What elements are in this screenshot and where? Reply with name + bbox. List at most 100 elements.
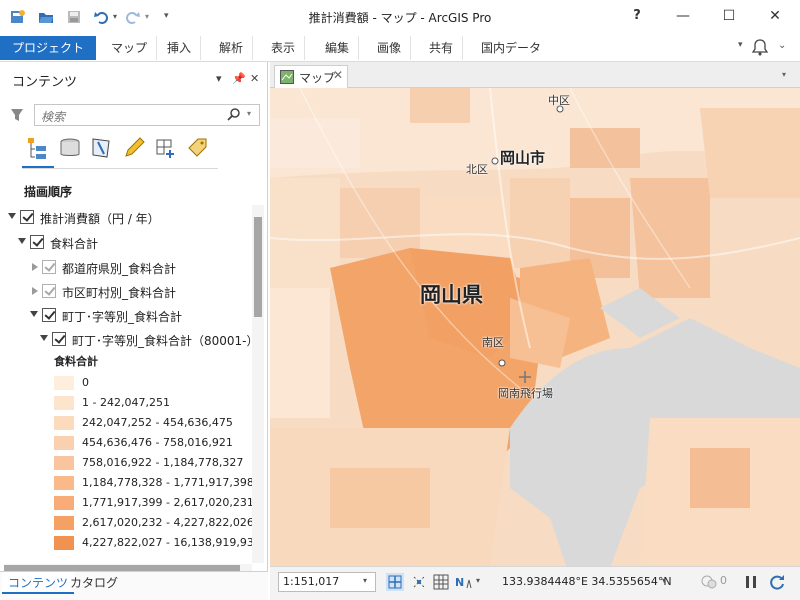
scrollbar-thumb[interactable] [254,217,262,317]
tab-catalog[interactable]: カタログ [64,572,124,594]
tree-item-municipality-layer[interactable]: 市区町村別_食料合計 [30,282,250,302]
tree-item-prefecture-layer[interactable]: 都道府県別_食料合計 [30,258,250,278]
expand-arrow-icon[interactable] [40,335,48,341]
legend-item: 1 - 242,047,251 [54,393,254,413]
help-button[interactable]: ? [614,0,660,32]
tab-map[interactable]: マップ [102,36,158,60]
layer-visibility-checkbox[interactable] [42,284,56,298]
coordinates-dropdown-icon[interactable]: ▾ [662,576,666,585]
list-by-snapping-icon[interactable] [154,136,178,162]
layer-visibility-checkbox[interactable] [42,308,56,322]
map-label-kita-ward: 北区 [466,163,488,176]
list-by-selection-icon[interactable] [90,136,114,162]
refresh-icon[interactable] [768,573,786,591]
layer-visibility-checkbox[interactable] [52,332,66,346]
contents-toolbar [22,136,218,169]
map-label-konan-airport: 岡南飛行場 [498,387,553,400]
tree-label: 食料合計 [50,237,99,251]
contents-pane-title: コンテンツ [12,75,78,90]
collapse-arrow-icon[interactable] [32,263,38,271]
tab-domestic-data[interactable]: 国内データ [472,36,550,60]
contents-vertical-scrollbar[interactable] [252,205,264,563]
expand-arrow-icon[interactable] [8,213,16,219]
map-tab-label: マップ [299,71,336,85]
tree-label: 町丁･字等別_食料合計 [62,310,183,324]
map-label-minami-ward: 南区 [482,336,504,349]
close-button[interactable]: ✕ [752,0,798,32]
map-view-tab[interactable]: マップ ✕ [274,65,348,88]
map-label-naka-ward: 中区 [548,94,570,107]
tree-item-root[interactable]: 推計消費額（円 / 年） [8,208,248,228]
legend-item: 1,184,778,328 - 1,771,917,398 [54,473,254,493]
scale-dropdown-icon[interactable]: ▾ [363,576,367,585]
legend-item: 242,047,252 - 454,636,475 [54,413,254,433]
maximize-button[interactable]: ☐ [706,0,752,32]
search-input[interactable]: 検索 ▾ [34,104,260,126]
legend-swatch [54,516,74,530]
grid-icon[interactable] [432,573,450,591]
tab-project[interactable]: プロジェクト [0,36,96,60]
tab-imagery[interactable]: 画像 [368,36,412,60]
layer-visibility-checkbox[interactable] [42,260,56,274]
selected-features-icon[interactable] [700,573,718,591]
map-tab-close-icon[interactable]: ✕ [333,68,343,82]
contents-pane-header: コンテンツ ▾ 📌 ✕ [8,69,266,90]
search-icon[interactable] [227,107,241,124]
list-by-editing-icon[interactable] [122,136,146,162]
pin-icon[interactable]: 📌 [232,72,246,85]
legend-swatch [54,536,74,550]
north-arrow-icon[interactable]: N [454,573,472,591]
layer-visibility-checkbox[interactable] [30,235,44,249]
tree-item-town-layer[interactable]: 町丁･字等別_食料合計（80001-） [40,330,259,350]
draw-order-heading: 描画順序 [24,185,73,199]
fixed-zoom-icon[interactable] [386,573,404,591]
pane-close-icon[interactable]: ✕ [250,72,259,85]
contents-filter-row: 検索 ▾ [8,104,260,126]
notification-bell-icon[interactable] [751,38,769,59]
map-scale-value: 1:151,017 [283,575,340,588]
tree-item-town-group[interactable]: 町丁･字等別_食料合計 [30,306,250,326]
filter-icon[interactable] [10,107,24,126]
expand-arrow-icon[interactable] [18,238,26,244]
collapse-arrow-icon[interactable] [32,287,38,295]
search-dropdown-icon[interactable]: ▾ [247,109,251,118]
tree-label: 都道府県別_食料合計 [62,262,177,276]
expand-arrow-icon[interactable] [30,311,38,317]
legend-item: 4,227,822,027 - 16,138,919,934 [54,533,261,553]
map-icon [280,70,294,87]
list-by-drawing-order-icon[interactable] [26,136,50,162]
north-dropdown-icon[interactable]: ▾ [476,576,480,585]
minimize-button[interactable]: — [660,0,706,32]
tab-edit[interactable]: 編集 [316,36,360,60]
tab-share[interactable]: 共有 [420,36,464,60]
pause-drawing-icon[interactable] [742,573,760,591]
list-by-data-source-icon[interactable] [58,136,82,162]
contents-pane: コンテンツ ▾ 📌 ✕ 検索 ▾ 描画順序 推計消費額（円 / 年） 食料合計 … [0,62,268,600]
toolbar-divider [22,168,218,169]
tab-insert[interactable]: 挿入 [158,36,202,60]
legend-item: 2,617,020,232 - 4,227,822,026 [54,513,254,533]
cursor-coordinates: 133.9384448°E 34.5355654°N [502,575,672,588]
map-status-bar: 1:151,017 ▾ N ▾ 133.9384448°E 34.5355654… [270,566,800,600]
pane-menu-icon[interactable]: ▾ [216,72,222,85]
collapse-ribbon-icon[interactable]: ⌄ [778,40,786,51]
title-bar: ▾ ▾ ▾ 推計消費額 - マップ - ArcGIS Pro ? — ☐ ✕ [0,0,800,34]
ribbon-options-icon[interactable]: ▾ [738,40,743,50]
map-scale-selector[interactable]: 1:151,017 ▾ [278,572,376,592]
rotate-icon[interactable] [410,573,428,591]
list-by-labeling-icon[interactable] [186,136,210,162]
tab-list-dropdown-icon[interactable]: ▾ [782,70,786,79]
layer-visibility-checkbox[interactable] [20,210,34,224]
legend-item: 454,636,476 - 758,016,921 [54,433,254,453]
tree-item-food-total-group[interactable]: 食料合計 [18,233,248,253]
map-label-okayama-city: 岡山市 [500,149,546,167]
tab-analysis[interactable]: 解析 [210,36,254,60]
search-placeholder: 検索 [41,110,66,124]
tree-label: 推計消費額（円 / 年） [40,212,160,226]
legend-item: 1,771,917,399 - 2,617,020,231 [54,493,254,513]
ribbon-tabs: プロジェクト マップ 挿入 解析 表示 編集 画像 共有 国内データ ▾ ⌄ [0,34,800,62]
map-view[interactable]: 中区 北区 岡山市 岡山県 南区 岡南飛行場 [270,88,800,566]
tab-view[interactable]: 表示 [262,36,306,60]
legend-swatch [54,416,74,430]
legend-title: 食料合計 [54,355,98,368]
